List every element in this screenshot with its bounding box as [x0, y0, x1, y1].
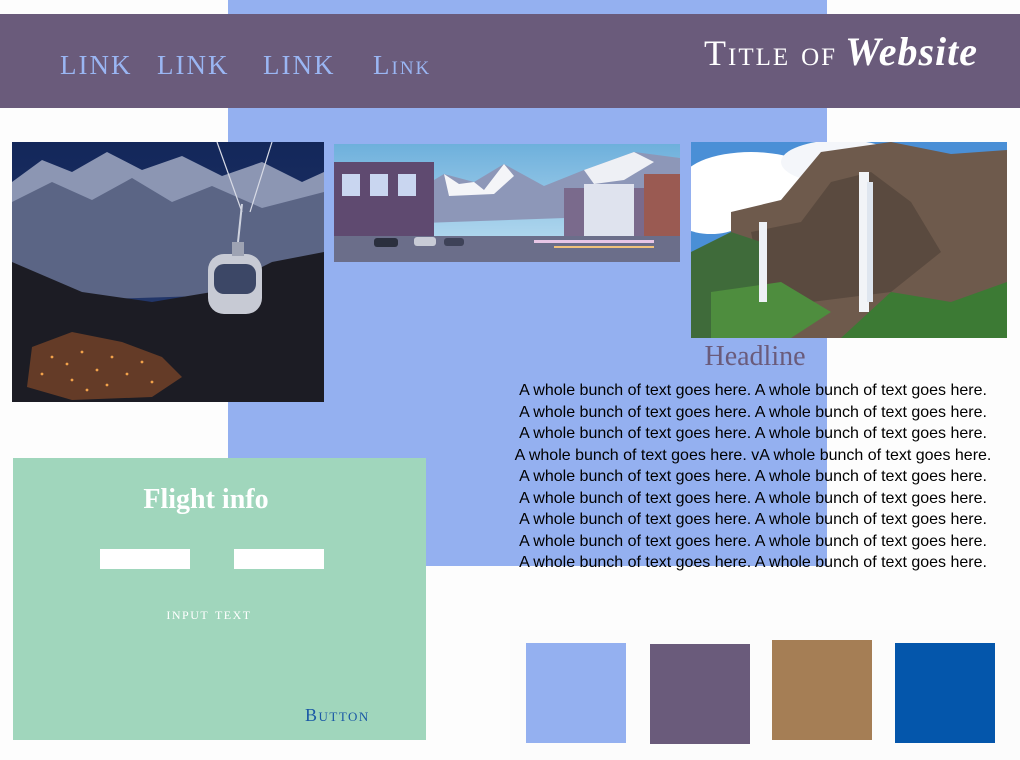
- input-text-label: input text: [166, 604, 252, 623]
- nav-link-4[interactable]: Link: [373, 52, 431, 79]
- flight-input-from[interactable]: [100, 549, 190, 569]
- mountain-town-street-photo: [334, 144, 680, 262]
- site-title-prefix: Title of: [704, 33, 838, 73]
- article-headline: Headline: [704, 341, 806, 372]
- color-palette: [510, 630, 1020, 760]
- waterfall-cliff-photo: [691, 142, 1007, 338]
- nav-link-3[interactable]: LINK: [263, 52, 335, 79]
- nav-link-1[interactable]: LINK: [60, 52, 132, 79]
- palette-swatch-2: [650, 644, 750, 744]
- nav-link-2[interactable]: LINK: [157, 52, 229, 79]
- flight-info-panel: Flight info input text Button: [13, 458, 426, 740]
- flight-input-to[interactable]: [234, 549, 324, 569]
- site-title-word: Website: [845, 29, 978, 74]
- flight-submit-button[interactable]: Button: [305, 706, 370, 724]
- site-header: LINK LINK LINK Link Title of Website: [0, 14, 1020, 108]
- site-title: Title of Website: [704, 28, 978, 76]
- flight-info-title: Flight info: [143, 484, 269, 515]
- gondola-night-photo: [12, 142, 324, 402]
- palette-swatch-3: [772, 640, 872, 740]
- palette-swatch-4: [895, 643, 995, 743]
- palette-swatch-1: [526, 643, 626, 743]
- article-body-text: A whole bunch of text goes here. A whole…: [514, 382, 992, 571]
